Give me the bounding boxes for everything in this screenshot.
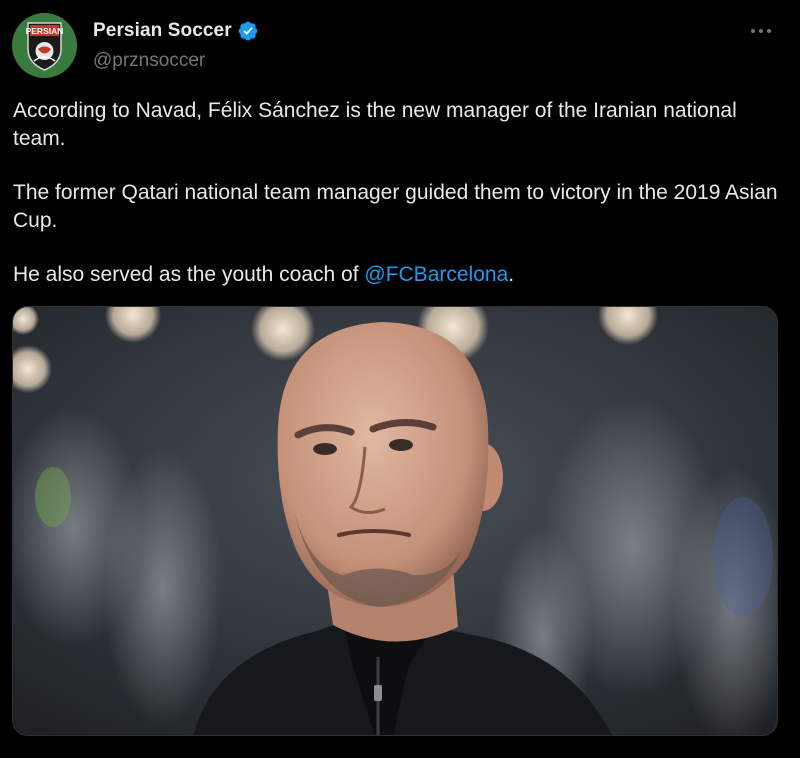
more-options-button[interactable] <box>744 16 778 46</box>
photo-portrait <box>13 307 777 735</box>
paragraph-suffix: . <box>508 263 515 286</box>
mention-link[interactable]: @FCBarcelona <box>364 263 508 286</box>
paragraph-text: He also served as the youth coach of <box>13 263 365 286</box>
tweet-paragraph: According to Navad, Félix Sánchez is the… <box>13 99 737 150</box>
verified-badge-icon[interactable] <box>237 20 259 42</box>
handle[interactable]: @prznsoccer <box>93 50 259 72</box>
tweet-photo[interactable] <box>12 306 778 736</box>
dot-icon <box>759 29 763 33</box>
tweet-paragraph: He also served as the youth coach of @FC… <box>13 261 783 289</box>
svg-text:PERSIAN: PERSIAN <box>26 26 64 36</box>
display-name[interactable]: Persian Soccer <box>93 20 232 42</box>
author-block: Persian Soccer @prznsoccer <box>93 18 259 72</box>
tweet[interactable]: PERSIAN Persian Soccer @prznsoccer Accor… <box>0 0 800 758</box>
persian-soccer-logo: PERSIAN <box>12 13 77 78</box>
tweet-text: According to Navad, Félix Sánchez is the… <box>13 97 783 289</box>
tweet-paragraph: The former Qatari national team manager … <box>13 181 778 232</box>
dot-icon <box>767 29 771 33</box>
dot-icon <box>751 29 755 33</box>
avatar[interactable]: PERSIAN <box>12 13 77 78</box>
